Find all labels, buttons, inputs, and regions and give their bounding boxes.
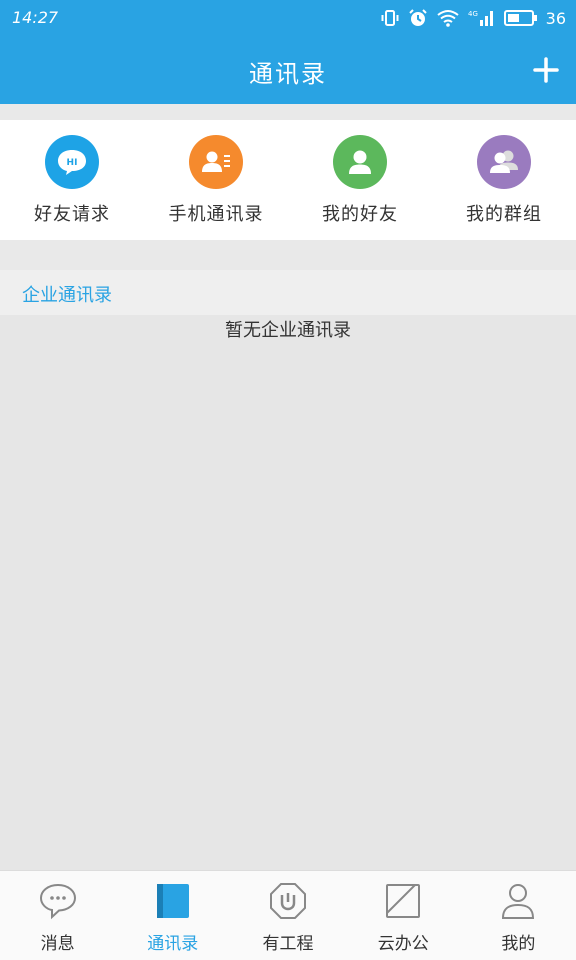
tab-messages[interactable]: 消息	[0, 871, 115, 960]
my-groups-button[interactable]: 我的群组	[432, 120, 576, 240]
profile-icon	[502, 884, 535, 919]
plus-icon[interactable]	[532, 56, 560, 84]
tab-projects[interactable]: 有工程	[230, 871, 345, 960]
quick-actions-panel: HI 好友请求 手机通讯录 我的好友 我的群组	[0, 120, 576, 240]
tab-label: 云办公	[377, 934, 429, 954]
battery-icon	[503, 10, 537, 26]
group-icon	[477, 135, 531, 189]
friend-requests-button[interactable]: HI 好友请求	[0, 120, 144, 240]
alarm-icon	[408, 9, 427, 26]
bottom-tab-bar: 消息 通讯录 有工程 云办公 我的	[0, 870, 576, 960]
phone-contacts-icon	[189, 135, 243, 189]
section-title: 企业通讯录	[22, 285, 112, 306]
svg-text:4G: 4G	[468, 10, 478, 18]
tab-label: 有工程	[262, 934, 314, 954]
signal-4g-icon: 4G	[468, 10, 493, 26]
phone-contacts-label: 手机通讯录	[168, 204, 264, 225]
tab-contacts[interactable]: 通讯录	[115, 871, 230, 960]
message-bubble-icon	[39, 883, 76, 920]
friend-requests-label: 好友请求	[34, 204, 110, 225]
svg-text:HI: HI	[67, 158, 78, 168]
phone-contacts-button[interactable]: 手机通讯录	[144, 120, 288, 240]
project-icon	[270, 883, 306, 919]
app-header: 通讯录	[0, 36, 576, 104]
enterprise-contacts-header[interactable]: 企业通讯录	[0, 270, 576, 315]
status-bar: 14:27 4G 36	[0, 0, 576, 36]
cloud-office-icon	[386, 884, 421, 918]
my-friends-button[interactable]: 我的好友	[288, 120, 432, 240]
battery-level: 36	[545, 8, 566, 28]
tab-label: 我的	[501, 934, 536, 954]
empty-state-message: 暂无企业通讯录	[225, 320, 351, 341]
person-icon	[333, 135, 387, 189]
page-title: 通讯录	[249, 60, 327, 88]
contacts-book-icon	[156, 884, 189, 918]
status-time: 14:27	[12, 8, 59, 27]
tab-cloud-office[interactable]: 云办公	[346, 871, 461, 960]
hi-chat-bubble-icon: HI	[45, 135, 99, 189]
tab-label: 消息	[40, 934, 75, 954]
my-groups-label: 我的群组	[466, 204, 542, 225]
status-icons: 4G 36	[380, 6, 566, 30]
vibrate-icon	[381, 10, 399, 26]
tab-profile[interactable]: 我的	[461, 871, 576, 960]
tab-label: 通讯录	[147, 934, 199, 954]
wifi-icon	[437, 10, 459, 27]
my-friends-label: 我的好友	[322, 204, 398, 225]
spacer	[0, 104, 576, 120]
spacer	[0, 240, 576, 270]
